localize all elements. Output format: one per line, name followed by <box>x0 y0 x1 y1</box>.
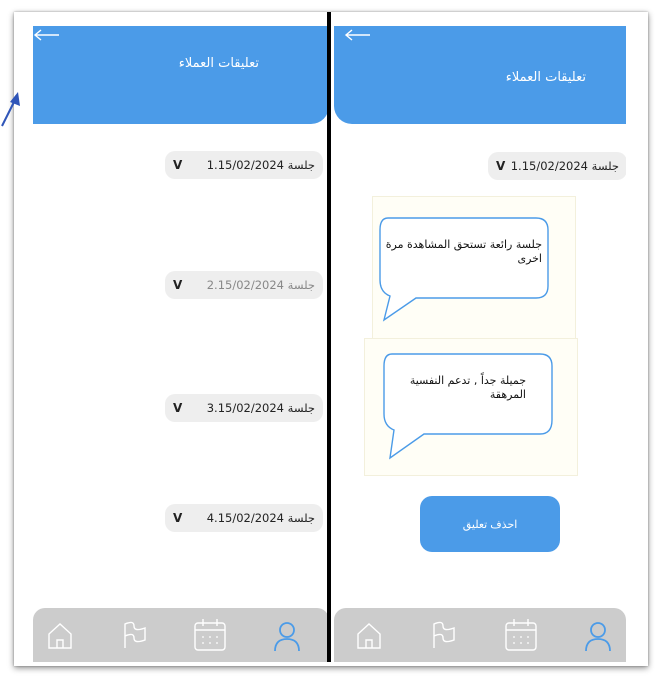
right-screen: تعليقات العملاء V 1.جلسة 15/02/2024 جلسة… <box>334 12 626 662</box>
header-bar: تعليقات العملاء <box>33 26 329 124</box>
chevron-down-icon: V <box>173 401 183 415</box>
page-title: تعليقات العملاء <box>505 70 586 85</box>
profile-icon[interactable] <box>273 620 301 652</box>
session-dropdown-1[interactable]: V 1.جلسة 15/02/2024 <box>165 151 323 179</box>
session-dropdown-4[interactable]: V 4.جلسة 15/02/2024 <box>165 504 323 532</box>
back-arrow-icon[interactable] <box>344 28 370 42</box>
comment-text-1: جلسة رائعة تستحق المشاهدة مرة اخرى <box>385 238 542 265</box>
chevron-down-icon: V <box>173 278 183 292</box>
divider <box>327 12 331 662</box>
delete-comment-button[interactable]: احذف تعليق <box>420 496 560 552</box>
session-label: 2.جلسة 15/02/2024 <box>206 278 315 292</box>
session-label: 3.جلسة 15/02/2024 <box>206 401 315 415</box>
speech-bubble-1 <box>379 217 549 322</box>
flag-icon[interactable] <box>121 620 147 650</box>
session-label: 1.جلسة 15/02/2024 <box>206 158 315 172</box>
flag-icon[interactable] <box>430 620 456 650</box>
home-icon[interactable] <box>47 620 73 650</box>
pointer-arrow-icon <box>1 92 20 127</box>
session-label: 1.جلسة 15/02/2024 <box>510 159 619 173</box>
calendar-icon[interactable] <box>193 618 227 652</box>
back-arrow-icon[interactable] <box>33 28 59 42</box>
session-label: 4.جلسة 15/02/2024 <box>206 511 315 525</box>
chevron-down-icon: V <box>173 158 183 172</box>
bottom-nav <box>33 608 329 662</box>
calendar-icon[interactable] <box>504 618 538 652</box>
session-dropdown-2[interactable]: V 2.جلسة 15/02/2024 <box>165 271 323 299</box>
page-title: تعليقات العملاء <box>178 56 259 71</box>
left-screen: تعليقات العملاء V 1.جلسة 15/02/2024 V 2.… <box>33 12 329 662</box>
profile-icon[interactable] <box>584 620 612 652</box>
bottom-nav <box>334 608 626 662</box>
home-icon[interactable] <box>356 620 382 650</box>
speech-bubble-2 <box>383 353 553 460</box>
header-bar: تعليقات العملاء <box>334 26 626 124</box>
comment-text-2: جميلة جداً , تدعم النفسية المرهقة <box>409 374 526 401</box>
session-dropdown-1[interactable]: V 1.جلسة 15/02/2024 <box>488 152 626 180</box>
chevron-down-icon: V <box>173 511 183 525</box>
session-dropdown-3[interactable]: V 3.جلسة 15/02/2024 <box>165 394 323 422</box>
chevron-down-icon: V <box>496 159 506 173</box>
